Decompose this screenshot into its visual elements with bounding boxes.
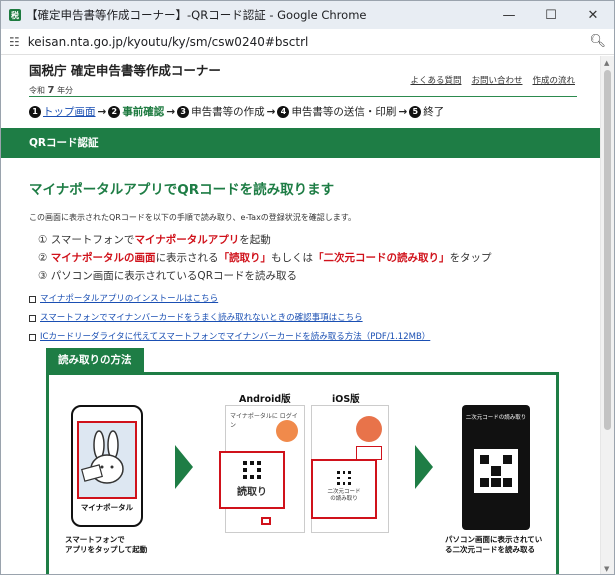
ios-read-label: 二次元コードの読み取り [327,489,361,502]
maximize-button[interactable]: ☐ [530,1,572,29]
instruction-1: ① スマートフォンでマイナポータルアプリを起動 [38,234,271,246]
address-bar[interactable]: ☷ keisan.nta.go.jp/kyoutu/ky/sm/csw0240#… [1,29,614,55]
qr-scan-screen: 二次元コードの読み取り [462,405,530,530]
step-number: 1 [29,105,41,118]
step-label: 終了 [423,106,445,118]
install-app-link[interactable]: マイナポータルアプリのインストールはこちら [40,290,218,309]
ios-qr-highlight [356,446,382,460]
window-title: 【確定申告書等作成コーナー】-QRコード認証 - Google Chrome [26,8,367,22]
window-link-icon [29,334,36,341]
qr-icon [243,461,261,479]
ios-label: iOS版 [332,394,360,405]
progress-steps: 1 トップ画面 → 2 事前確認 → 3 申告書等の作成 → 4 申告書等の送信・印刷 → 5終… [29,104,444,119]
tax-year: 令和 7 年分 [29,85,74,96]
method-panel: マイナポータル スマートフォンで アプリをタップして起動 Android版 iOS… [46,372,559,574]
card-read-help-link[interactable]: スマートフォンでマイナンバーカードをうまく読み取れないときの確認事項はこちら [40,309,363,328]
page-content: 国税庁 確定申告書等作成コーナー 令和 7 年分 よくある質問 お問い合わせ 作… [1,56,601,574]
minimize-button[interactable]: — [488,1,530,29]
person-illustration-icon [276,420,298,442]
tab-highlight [261,517,271,525]
android-read-button: 読取り [219,451,285,509]
window-link-icon [29,315,36,322]
header-divider [29,96,577,97]
step-current: 事前確認 [122,106,165,118]
step-number: 3 [177,105,190,118]
step3-caption: パソコン画面に表示されてい る二次元コードを読み取る [445,535,543,554]
header-links: よくある質問 お問い合わせ 作成の流れ [410,74,575,86]
step-arrow: → [166,105,176,118]
step-arrow: → [97,105,107,118]
step-label: 申告書等の作成 [191,106,265,118]
section-title: QRコード認証 [1,128,601,158]
instruction-3: ③ パソコン画面に表示されているQRコードを読み取る [38,270,297,282]
scroll-up-icon[interactable]: ▲ [604,59,609,67]
flow-link[interactable]: 作成の流れ [532,74,575,86]
step-number: 5 [409,105,422,118]
qr-screen-title: 二次元コードの読み取り [465,415,527,421]
browser-window: 税 【確定申告書等作成コーナー】-QRコード認証 - Google Chrome… [0,0,615,575]
read-label: 読取り [237,487,267,498]
qr-code-icon [474,449,518,493]
arrow-right-icon [415,445,433,489]
step-number: 4 [277,105,290,118]
close-window-button[interactable]: ✕ [572,1,614,29]
ios-read-button: 二次元コードの読み取り [311,459,377,519]
step-arrow: → [398,105,408,118]
person-illustration-icon [356,416,382,442]
step1-caption: スマートフォンで アプリをタップして起動 [65,535,148,554]
step-top-link[interactable]: トップ画面 [43,104,96,119]
contact-link[interactable]: お問い合わせ [471,74,522,86]
title-bar: 税 【確定申告書等作成コーナー】-QRコード認証 - Google Chrome… [1,1,614,29]
step-number: 2 [108,105,121,118]
zoom-icon[interactable]: 🔍︎ [589,34,606,49]
site-info-icon[interactable]: ☷ [9,35,20,49]
main-heading: マイナポータルアプリでQRコードを読み取ります [29,182,335,198]
site-favicon-icon: 税 [9,9,21,21]
arrow-right-icon [175,445,193,489]
url-text[interactable]: keisan.nta.go.jp/kyoutu/ky/sm/csw0240#bs… [28,35,590,49]
site-header: 国税庁 確定申告書等作成コーナー 令和 7 年分 よくある質問 お問い合わせ 作… [29,60,577,96]
app-label: マイナポータル [80,503,134,512]
instruction-list: ① スマートフォンでマイナポータルアプリを起動 ② マイナポータルの画面に表示さ… [38,231,492,285]
scrollbar-thumb[interactable] [604,70,611,430]
intro-text: この画面に表示されたQRコードを以下の手順で読み取り、e-Taxの登録状況を確認… [29,213,357,222]
faq-link[interactable]: よくある質問 [410,74,461,86]
instruction-2: ② マイナポータルの画面に表示される「読取り」もしくは「二次元コードの読み取り」… [38,252,492,264]
android-label: Android版 [239,394,291,405]
qr-icon [337,471,351,485]
vertical-scrollbar[interactable]: ▲ ▼ [600,56,614,574]
help-links: マイナポータルアプリのインストールはこちら スマートフォンでマイナンバーカードを… [29,290,430,347]
smartphone-illustration: マイナポータル [71,405,143,527]
scroll-down-icon[interactable]: ▼ [604,565,609,573]
mynaportal-app-icon [77,421,137,499]
window-link-icon [29,296,36,303]
pdf-guide-link[interactable]: ICカードリーダライタに代えてスマートフォンでマイナンバーカードを読み取る方法（… [40,328,430,347]
step-arrow: → [266,105,276,118]
step-label: 申告書等の送信・印刷 [291,106,397,118]
method-tab: 読み取りの方法 [46,348,144,372]
